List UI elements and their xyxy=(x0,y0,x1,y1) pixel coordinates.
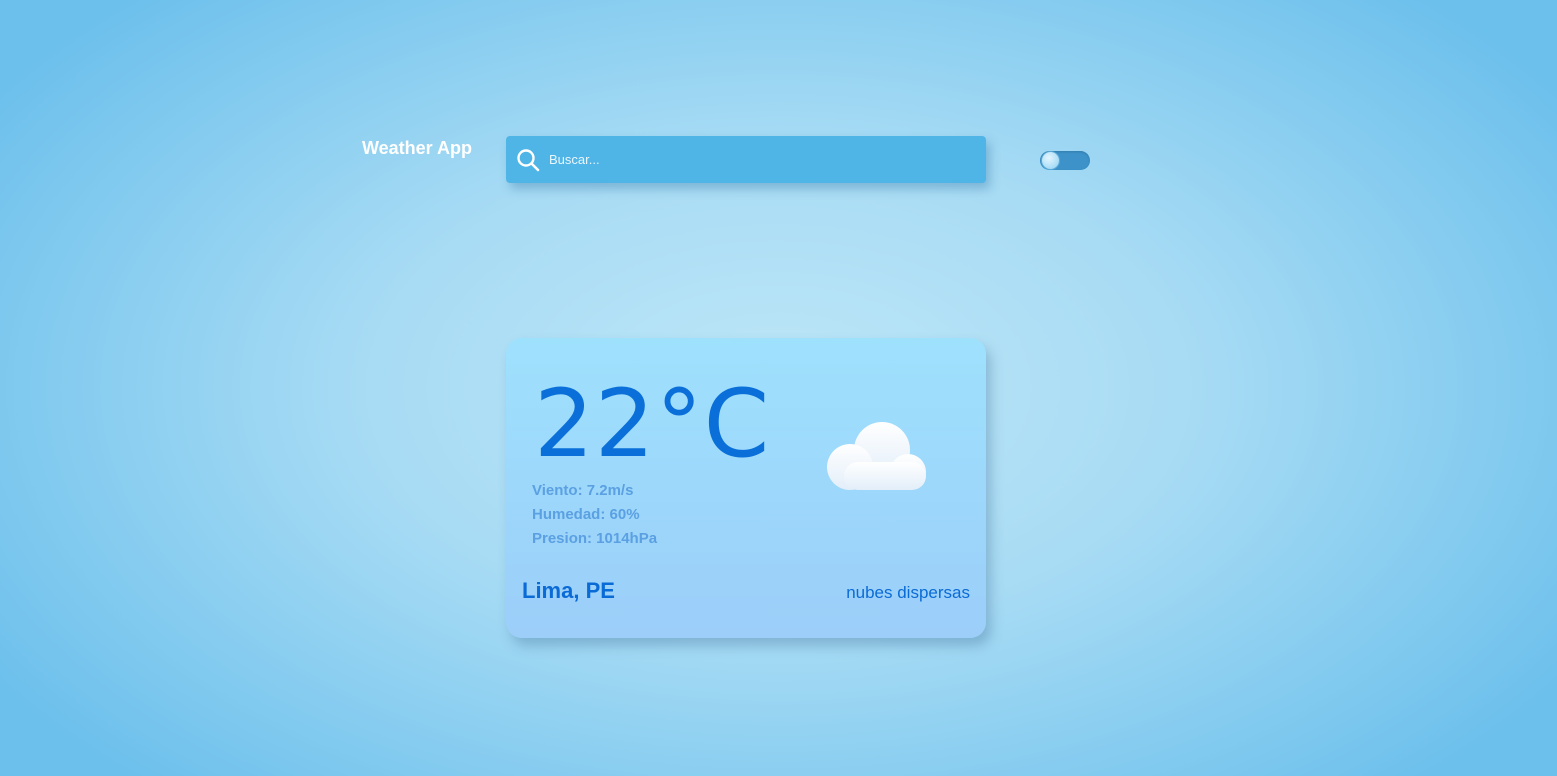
weather-description: nubes dispersas xyxy=(846,583,970,602)
cloud-icon xyxy=(824,422,928,497)
weather-card: 22°C Viento: 7.2m/s Humedad: 60% Presion… xyxy=(506,338,986,638)
pressure: Presion: 1014hPa xyxy=(532,530,658,547)
location-name: Lima, PE xyxy=(522,578,615,603)
search-input[interactable] xyxy=(549,152,949,167)
toggle-knob[interactable] xyxy=(1041,151,1060,170)
search-icon[interactable] xyxy=(516,148,540,172)
temperature: 22°C xyxy=(534,370,771,479)
weather-details: Viento: 7.2m/s Humedad: 60% Presion: 101… xyxy=(532,479,657,551)
humidity: Humedad: 60% xyxy=(532,506,640,523)
theme-toggle[interactable] xyxy=(1040,151,1090,170)
search-bar[interactable] xyxy=(506,136,986,183)
wind-speed: Viento: 7.2m/s xyxy=(532,482,634,499)
app-title: Weather App xyxy=(362,138,473,158)
